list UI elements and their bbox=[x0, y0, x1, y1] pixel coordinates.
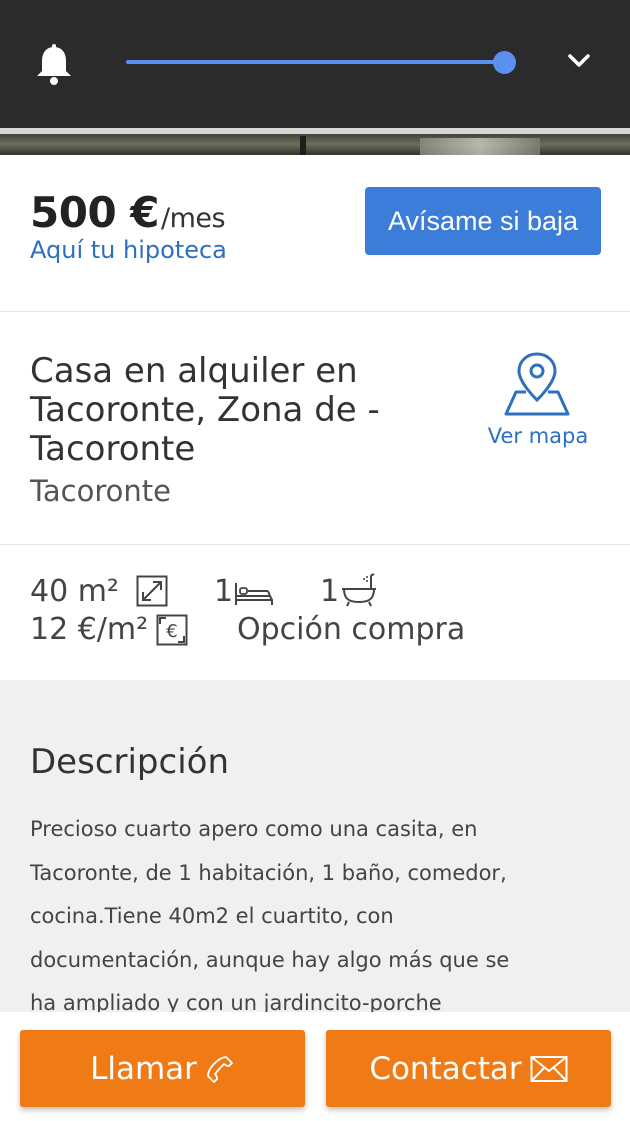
phone-icon bbox=[207, 1055, 233, 1083]
bed-icon bbox=[235, 583, 273, 605]
description-heading: Descripción bbox=[30, 742, 230, 782]
chevron-down-icon[interactable] bbox=[566, 50, 592, 72]
contact-button-label: Contactar bbox=[369, 1050, 522, 1087]
feature-bedrooms: 1 bbox=[214, 574, 234, 609]
price-alert-button[interactable]: Avísame si baja bbox=[365, 187, 601, 255]
map-pin-icon[interactable] bbox=[504, 350, 570, 418]
divider bbox=[0, 544, 630, 545]
price-unit: /mes bbox=[161, 203, 226, 234]
feature-area: 40 m² bbox=[30, 574, 119, 609]
listing-title: Casa en alquiler en Tacoronte, Zona de -… bbox=[30, 351, 380, 469]
bath-icon bbox=[342, 573, 376, 607]
mail-icon bbox=[530, 1055, 568, 1082]
description-text: Precioso cuarto apero como una casita, e… bbox=[30, 817, 510, 1015]
euro-icon: € bbox=[156, 614, 188, 646]
feature-price-per-m2: 12 €/m² bbox=[30, 612, 149, 647]
map-link[interactable]: Ver mapa bbox=[478, 350, 598, 460]
contact-button[interactable]: Contactar bbox=[326, 1030, 611, 1107]
feature-bathrooms: 1 bbox=[320, 574, 340, 609]
progress-slider-thumb[interactable] bbox=[493, 51, 516, 74]
call-button[interactable]: Llamar bbox=[20, 1030, 305, 1107]
map-link-label[interactable]: Ver mapa bbox=[478, 424, 598, 448]
bell-icon[interactable] bbox=[34, 44, 74, 86]
area-icon bbox=[136, 575, 168, 607]
listing-zone: Tacoronte bbox=[30, 474, 171, 508]
svg-text:€: € bbox=[166, 621, 177, 642]
top-bar bbox=[0, 0, 630, 128]
price-amount: 500 €/mes bbox=[30, 188, 226, 237]
feature-purchase-option: Opción compra bbox=[237, 612, 466, 647]
progress-slider-track[interactable] bbox=[126, 60, 504, 64]
listing-photo[interactable] bbox=[0, 128, 630, 155]
mortgage-link[interactable]: Aquí tu hipoteca bbox=[30, 236, 227, 264]
divider bbox=[0, 311, 630, 312]
call-button-label: Llamar bbox=[90, 1050, 197, 1087]
price-section: 500 €/mes Aquí tu hipoteca Avísame si ba… bbox=[0, 155, 630, 311]
